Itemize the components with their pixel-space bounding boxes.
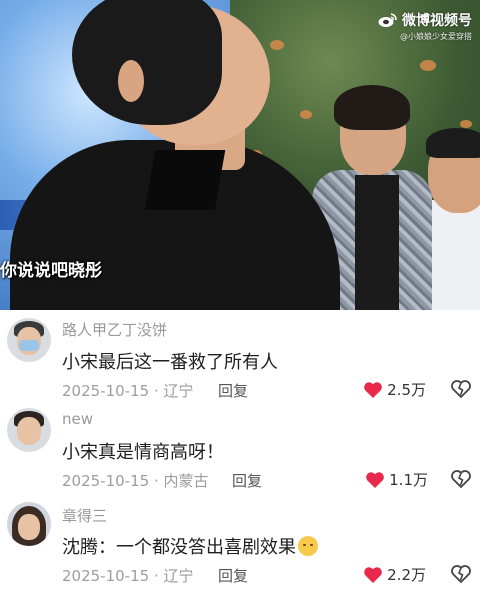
reply-button[interactable]: 回复 (232, 470, 262, 491)
like-count: 1.1万 (389, 471, 428, 489)
avatar-face (18, 514, 40, 540)
heart-icon (364, 381, 382, 398)
comment-date-location: 2025-10-15 · 辽宁 (62, 567, 194, 585)
comment-text: 沈腾：一个都没答出喜剧效果 (62, 537, 296, 558)
comment-list: 路人甲乙丁没饼 小宋最后这一番救了所有人 2025-10-15 · 辽宁 回复 … (0, 310, 480, 595)
reply-button[interactable]: 回复 (218, 565, 248, 586)
broken-heart-icon[interactable] (450, 564, 472, 584)
broken-heart-icon[interactable] (450, 379, 472, 399)
video-subtitle: 你说说吧晓彤 (0, 261, 102, 281)
comment-username[interactable]: new (62, 410, 93, 428)
like-button[interactable]: 2.5万 (363, 379, 426, 400)
person-sparkle-jacket-shirt (355, 175, 399, 310)
watermark-brand: 微博视频号 (402, 13, 472, 29)
broken-heart-icon[interactable] (450, 469, 472, 489)
watermark-account: @小娘娘少女爱穿搭 (400, 32, 472, 41)
comment-item: new 小宋真是情商高呀！ 2025-10-15 · 内蒙古 回复 1.1万 (0, 405, 480, 500)
person-sparkle-jacket-hair (334, 85, 410, 130)
comment-date-location: 2025-10-15 · 辽宁 (62, 382, 194, 400)
leaf-decoration (270, 40, 284, 50)
leaf-decoration (300, 110, 312, 119)
comment-text-row: 沈腾：一个都没答出喜剧效果 (62, 533, 318, 559)
leaf-decoration (420, 60, 436, 71)
like-button[interactable]: 1.1万 (365, 469, 428, 490)
reply-button[interactable]: 回复 (218, 380, 248, 401)
person-white-jacket-hair (426, 128, 480, 158)
emoji-icon (298, 536, 318, 556)
user-avatar[interactable] (7, 502, 51, 546)
comment-item: 章得三 沈腾：一个都没答出喜剧效果 2025-10-15 · 辽宁 回复 2.2… (0, 500, 480, 595)
heart-icon (366, 471, 384, 488)
avatar-face (17, 417, 41, 445)
comment-username[interactable]: 路人甲乙丁没饼 (62, 319, 167, 340)
foreground-person-ear (118, 60, 144, 102)
user-avatar[interactable] (7, 408, 51, 452)
comment-date-location: 2025-10-15 · 内蒙古 (62, 472, 209, 490)
leaf-decoration (460, 120, 472, 128)
comment-text: 小宋最后这一番救了所有人 (62, 352, 278, 373)
video-frame[interactable]: 你说说吧晓彤 微博视频号 @小娘娘少女爱穿搭 (0, 0, 480, 310)
comment-item: 路人甲乙丁没饼 小宋最后这一番救了所有人 2025-10-15 · 辽宁 回复 … (0, 310, 480, 405)
video-watermark: 微博视频号 @小娘娘少女爱穿搭 (378, 10, 472, 42)
comment-username[interactable]: 章得三 (62, 505, 107, 526)
heart-icon (364, 566, 382, 583)
weibo-video-logo-icon (378, 13, 397, 27)
avatar-mask (19, 340, 39, 351)
like-count: 2.5万 (387, 381, 426, 399)
like-count: 2.2万 (387, 566, 426, 584)
user-avatar[interactable] (7, 318, 51, 362)
like-button[interactable]: 2.2万 (363, 564, 426, 585)
comment-text: 小宋真是情商高呀！ (62, 442, 224, 463)
foreground-person-collar (144, 150, 226, 210)
